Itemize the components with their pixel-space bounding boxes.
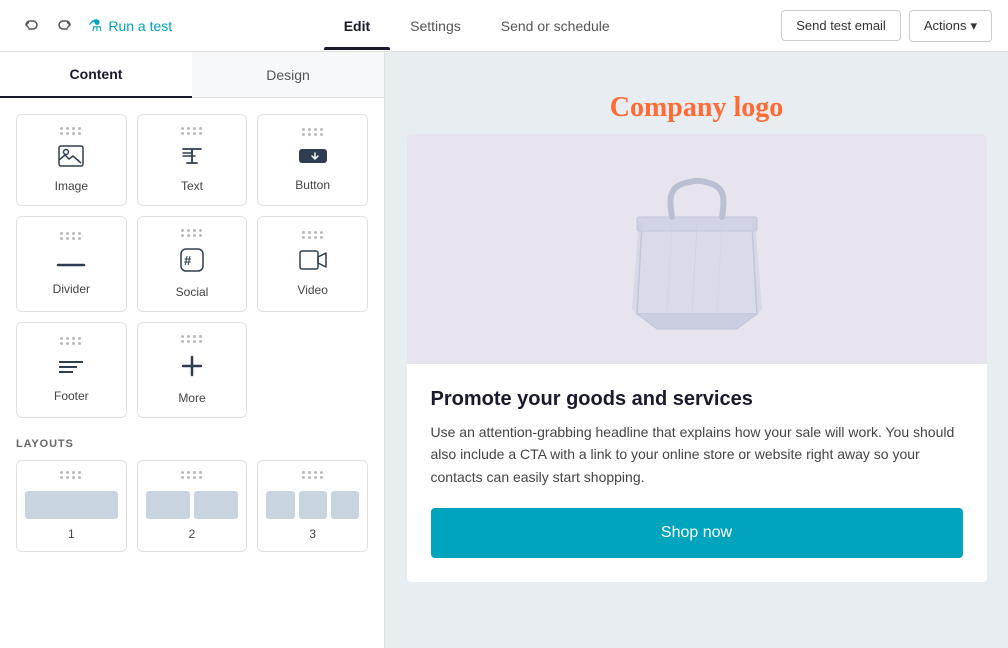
nav-tabs: Edit Settings Send or schedule: [188, 2, 765, 50]
email-body-text: Use an attention-grabbing headline that …: [431, 421, 963, 488]
blocks-grid: Image Text: [0, 98, 384, 434]
drag-dots: [181, 127, 203, 135]
block-image[interactable]: Image: [16, 114, 127, 206]
redo-button[interactable]: [50, 11, 80, 41]
tab-design[interactable]: Design: [192, 52, 384, 97]
nav-right: Send test email Actions ▾: [781, 10, 992, 42]
layout-1-label: 1: [68, 527, 75, 541]
block-button[interactable]: Button: [257, 114, 368, 206]
drag-dots: [181, 471, 203, 479]
footer-icon: [57, 355, 85, 383]
layout-3-label: 3: [309, 527, 316, 541]
email-content: Promote your goods and services Use an a…: [407, 364, 987, 582]
block-divider[interactable]: Divider: [16, 216, 127, 312]
svg-text:#: #: [184, 253, 192, 268]
block-footer-label: Footer: [54, 389, 89, 403]
drag-dots: [302, 231, 324, 239]
tab-content[interactable]: Content: [0, 52, 192, 98]
block-video[interactable]: Video: [257, 216, 368, 312]
actions-button[interactable]: Actions ▾: [909, 10, 992, 42]
run-test-button[interactable]: ⚗ Run a test: [88, 16, 172, 36]
block-more-label: More: [178, 391, 205, 405]
block-button-label: Button: [295, 178, 330, 192]
email-headline: Promote your goods and services: [431, 388, 963, 411]
company-logo-header: Company logo: [407, 72, 987, 134]
layout-2-label: 2: [189, 527, 196, 541]
block-more[interactable]: More: [137, 322, 248, 418]
send-test-email-button[interactable]: Send test email: [781, 10, 901, 41]
actions-label: Actions: [924, 18, 967, 33]
email-card: Promote your goods and services Use an a…: [407, 134, 987, 582]
block-social[interactable]: # Social: [137, 216, 248, 312]
layout-2-preview: [146, 489, 239, 521]
tab-edit[interactable]: Edit: [324, 2, 390, 50]
block-footer[interactable]: Footer: [16, 322, 127, 418]
block-divider-label: Divider: [53, 282, 90, 296]
main-layout: Content Design Image: [0, 52, 1008, 648]
drag-dots: [302, 128, 324, 136]
block-social-label: Social: [176, 285, 209, 299]
layouts-grid: 1 2: [16, 460, 368, 552]
actions-chevron-icon: ▾: [970, 18, 977, 34]
layout-2[interactable]: 2: [137, 460, 248, 552]
layout-1-preview: [25, 489, 118, 521]
undo-redo-group: [16, 11, 80, 41]
company-logo-text: Company logo: [610, 92, 783, 123]
drag-dots: [181, 335, 203, 343]
nav-left: ⚗ Run a test: [16, 11, 172, 41]
social-icon: #: [179, 247, 205, 279]
image-icon: [58, 145, 84, 173]
left-panel: Content Design Image: [0, 52, 385, 648]
tab-send-or-schedule[interactable]: Send or schedule: [481, 2, 630, 50]
block-image-label: Image: [55, 179, 88, 193]
drag-dots: [60, 232, 82, 240]
product-bag-image: [617, 159, 777, 339]
text-icon: [179, 145, 205, 173]
layout-3[interactable]: 3: [257, 460, 368, 552]
undo-button[interactable]: [16, 11, 46, 41]
layouts-title: LAYOUTS: [16, 438, 368, 450]
block-video-label: Video: [297, 283, 327, 297]
product-image-area: [407, 134, 987, 364]
tab-settings[interactable]: Settings: [390, 2, 481, 50]
flask-icon: ⚗: [88, 16, 102, 36]
layouts-section: LAYOUTS 1: [0, 434, 384, 568]
email-preview-panel: Company logo: [385, 52, 1008, 648]
navbar: ⚗ Run a test Edit Settings Send or sched…: [0, 0, 1008, 52]
more-icon: [179, 353, 205, 385]
video-icon: [299, 249, 327, 277]
shop-now-button[interactable]: Shop now: [431, 508, 963, 558]
block-text[interactable]: Text: [137, 114, 248, 206]
layout-3-preview: [266, 489, 359, 521]
email-preview: Company logo: [407, 72, 987, 628]
panel-tabs: Content Design: [0, 52, 384, 98]
drag-dots: [302, 471, 324, 479]
run-test-label: Run a test: [108, 18, 172, 34]
drag-dots: [181, 229, 203, 237]
drag-dots: [60, 127, 82, 135]
layout-1[interactable]: 1: [16, 460, 127, 552]
block-text-label: Text: [181, 179, 203, 193]
button-icon: [298, 146, 328, 172]
drag-dots: [60, 337, 82, 345]
drag-dots: [60, 471, 82, 479]
divider-icon: [56, 250, 86, 276]
